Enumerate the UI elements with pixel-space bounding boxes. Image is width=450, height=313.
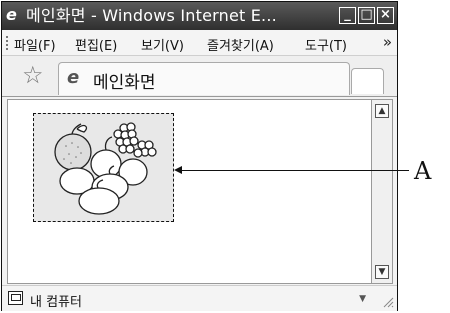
menu-edit[interactable]: 편집(E)	[75, 35, 117, 54]
menu-bar: 파일(F) 편집(E) 보기(V) 즐겨찾기(A) 도구(T) »	[2, 30, 397, 56]
status-text: 내 컴퓨터	[30, 295, 82, 310]
menu-tools[interactable]: 도구(T)	[305, 35, 347, 54]
scroll-down-button[interactable]: ▼	[375, 265, 389, 279]
annotation-label: A	[414, 157, 432, 185]
window-title: 메인화면 - Windows Internet E...	[26, 6, 277, 25]
maximize-button[interactable]: □	[358, 7, 375, 24]
resize-grip-icon[interactable]	[382, 296, 394, 308]
vertical-scrollbar[interactable]: ▲ ▼	[372, 99, 393, 284]
computer-icon	[8, 291, 23, 305]
internet-explorer-icon: e	[67, 67, 80, 88]
close-button[interactable]: ×	[377, 7, 394, 24]
menu-file[interactable]: 파일(F)	[14, 35, 56, 54]
title-bar[interactable]: e 메인화면 - Windows Internet E... _ □ ×	[2, 2, 397, 30]
fruit-image[interactable]	[33, 113, 174, 222]
minimize-button[interactable]: _	[339, 7, 356, 24]
status-bar: 내 컴퓨터 ▼	[2, 285, 397, 311]
menu-view[interactable]: 보기(V)	[141, 35, 184, 54]
tab-label: 메인화면	[93, 73, 156, 93]
scroll-up-button[interactable]: ▲	[375, 104, 389, 118]
fruit-illustration	[54, 122, 157, 215]
star-icon[interactable]: ☆	[22, 63, 44, 87]
annotation-line	[176, 170, 409, 171]
chevron-down-icon[interactable]: ▼	[359, 294, 366, 304]
annotation-arrowhead	[174, 166, 182, 174]
menu-favorites[interactable]: 즐겨찾기(A)	[207, 35, 274, 54]
internet-explorer-icon: e	[6, 5, 17, 24]
tab-main[interactable]: e 메인화면	[58, 62, 350, 95]
menu-grip-icon[interactable]	[6, 36, 10, 50]
menu-more-button[interactable]: »	[383, 33, 392, 51]
tab-bar: ☆ e 메인화면	[2, 56, 397, 97]
new-tab-button[interactable]	[351, 68, 384, 94]
